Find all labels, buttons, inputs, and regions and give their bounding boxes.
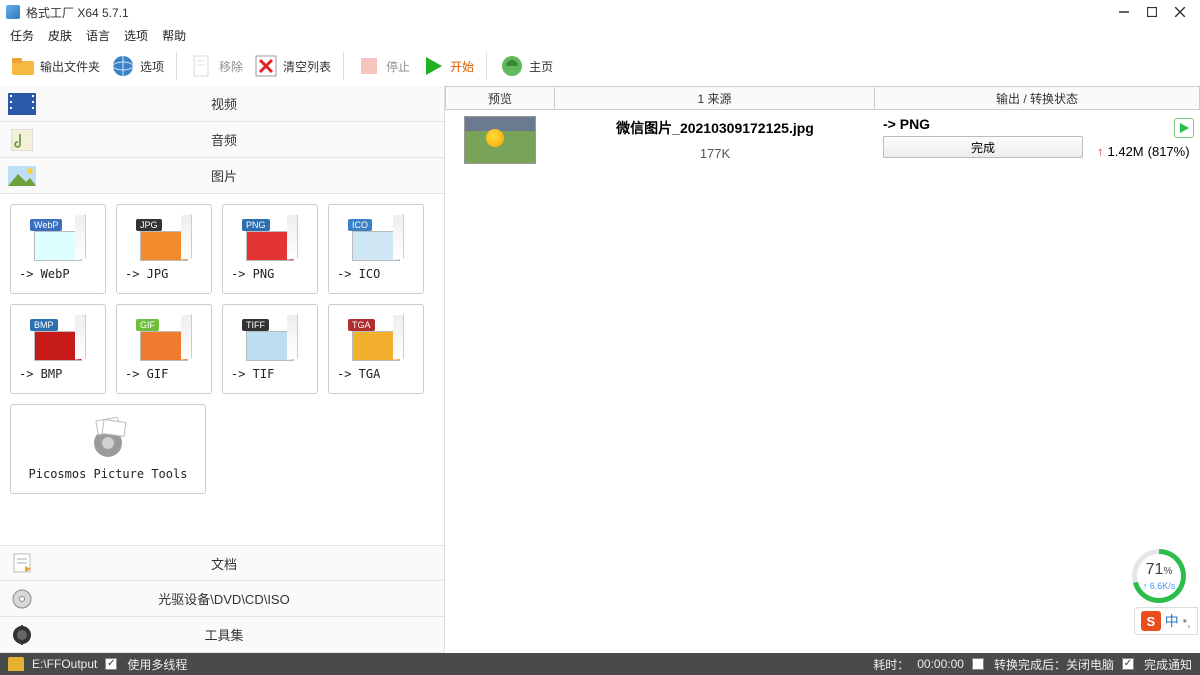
home-icon (499, 53, 525, 79)
maximize-button[interactable] (1138, 2, 1166, 22)
gear-photo-icon (83, 417, 133, 461)
task-filename: 微信图片_20210309172125.jpg (555, 118, 875, 138)
menu-task[interactable]: 任务 (10, 27, 34, 44)
column-headers: 预览 1 来源 输出 / 转换状态 (445, 86, 1200, 110)
stop-icon (356, 53, 382, 79)
folder-icon (10, 53, 36, 79)
ime-more-icon[interactable]: •¸ (1183, 614, 1191, 628)
col-output[interactable]: 输出 / 转换状态 (875, 86, 1200, 110)
category-picture-label: 图片 (40, 166, 408, 185)
start-label: 开始 (450, 58, 474, 75)
play-icon (420, 53, 446, 79)
toolbar: 输出文件夹 选项 移除 清空列表 停止 开始 主页 (0, 46, 1200, 86)
category-picture[interactable]: 图片 (0, 158, 444, 194)
category-video-label: 视频 (40, 94, 408, 113)
elapsed-value: 00:00:00 (917, 657, 964, 671)
format-tile-ico[interactable]: ICO-> ICO (328, 204, 424, 294)
note-icon (4, 126, 40, 154)
remove-button[interactable]: 移除 (189, 53, 243, 79)
notify-checkbox[interactable] (1122, 658, 1134, 670)
clear-list-label: 清空列表 (283, 58, 331, 75)
stop-label: 停止 (386, 58, 410, 75)
film-icon (4, 90, 40, 118)
category-doc[interactable]: 文档 (0, 545, 444, 581)
col-preview[interactable]: 预览 (445, 86, 555, 110)
format-tile-png[interactable]: PNG-> PNG (222, 204, 318, 294)
close-button[interactable] (1166, 2, 1194, 22)
shutdown-checkbox[interactable] (972, 658, 984, 670)
menu-option[interactable]: 选项 (124, 27, 148, 44)
options-label: 选项 (140, 58, 164, 75)
format-tile-webp[interactable]: WebP-> WebP (10, 204, 106, 294)
output-folder-button[interactable]: 输出文件夹 (10, 53, 100, 79)
category-audio[interactable]: 音频 (0, 122, 444, 158)
clear-list-button[interactable]: 清空列表 (253, 53, 331, 79)
app-icon (6, 5, 20, 19)
up-arrow-icon: ↑ (1097, 144, 1104, 159)
category-disc[interactable]: 光驱设备\DVD\CD\ISO (0, 581, 444, 617)
right-panel: 预览 1 来源 输出 / 转换状态 微信图片_20210309172125.jp… (445, 86, 1200, 653)
task-thumbnail (464, 116, 536, 164)
category-tools-label: 工具集 (40, 625, 408, 644)
format-tile-tiff[interactable]: TIFF-> TIF (222, 304, 318, 394)
output-folder-label: 输出文件夹 (40, 58, 100, 75)
col-source[interactable]: 1 来源 (555, 86, 875, 110)
sogou-icon: S (1141, 611, 1161, 631)
globe-icon (110, 53, 136, 79)
task-output-size: ↑ 1.42M (817%) (1097, 144, 1190, 159)
format-grid: WebP-> WebPJPG-> JPGPNG-> PNGICO-> ICO BM… (0, 194, 444, 545)
task-status-button[interactable]: 完成 (883, 136, 1083, 158)
format-tile-tga[interactable]: TGA-> TGA (328, 304, 424, 394)
speed-gauge: 71% ↑ 6.6K/s (1132, 549, 1186, 603)
stop-button[interactable]: 停止 (356, 53, 410, 79)
category-disc-label: 光驱设备\DVD\CD\ISO (40, 589, 408, 608)
menubar: 任务 皮肤 语言 选项 帮助 (0, 24, 1200, 46)
disc-icon (4, 585, 40, 613)
table-row[interactable]: 微信图片_20210309172125.jpg 177K -> PNG 完成 ↑… (445, 110, 1200, 170)
notify-label: 完成通知 (1144, 656, 1192, 673)
menu-lang[interactable]: 语言 (86, 27, 110, 44)
start-button[interactable]: 开始 (420, 53, 474, 79)
task-play-button[interactable] (1174, 118, 1194, 138)
category-video[interactable]: 视频 (0, 86, 444, 122)
statusbar: E:\FFOutput 使用多线程 耗时： 00:00:00 转换完成后：关闭电… (0, 653, 1200, 675)
x-icon (253, 53, 279, 79)
output-path[interactable]: E:\FFOutput (32, 657, 97, 671)
ime-bar[interactable]: S 中 •¸ (1134, 607, 1198, 635)
elapsed-label: 耗时： (873, 656, 909, 673)
page-icon (189, 53, 215, 79)
menu-skin[interactable]: 皮肤 (48, 27, 72, 44)
home-button[interactable]: 主页 (499, 53, 553, 79)
tools-icon (4, 621, 40, 649)
minimize-button[interactable] (1110, 2, 1138, 22)
window-title: 格式工厂 X64 5.7.1 (26, 4, 129, 21)
category-doc-label: 文档 (40, 554, 408, 573)
format-tile-jpg[interactable]: JPG-> JPG (116, 204, 212, 294)
left-panel: 视频 音频 图片 WebP-> WebPJPG-> JPGPNG-> PNGIC… (0, 86, 445, 653)
picture-icon (4, 162, 40, 190)
home-label: 主页 (529, 58, 553, 75)
format-tile-bmp[interactable]: BMP-> BMP (10, 304, 106, 394)
doc-icon (4, 549, 40, 577)
task-filesize: 177K (555, 146, 875, 161)
folder-icon[interactable] (8, 657, 24, 671)
ime-lang: 中 (1165, 611, 1179, 631)
category-audio-label: 音频 (40, 130, 408, 149)
picosmos-tile[interactable]: Picosmos Picture Tools (10, 404, 206, 494)
category-tools[interactable]: 工具集 (0, 617, 444, 653)
multithread-checkbox[interactable] (105, 658, 117, 670)
menu-help[interactable]: 帮助 (162, 27, 186, 44)
task-target: -> PNG (883, 116, 1188, 132)
options-button[interactable]: 选项 (110, 53, 164, 79)
format-tile-gif[interactable]: GIF-> GIF (116, 304, 212, 394)
titlebar: 格式工厂 X64 5.7.1 (0, 0, 1200, 24)
multithread-label: 使用多线程 (127, 656, 187, 673)
shutdown-label: 转换完成后：关闭电脑 (994, 656, 1114, 673)
remove-label: 移除 (219, 58, 243, 75)
